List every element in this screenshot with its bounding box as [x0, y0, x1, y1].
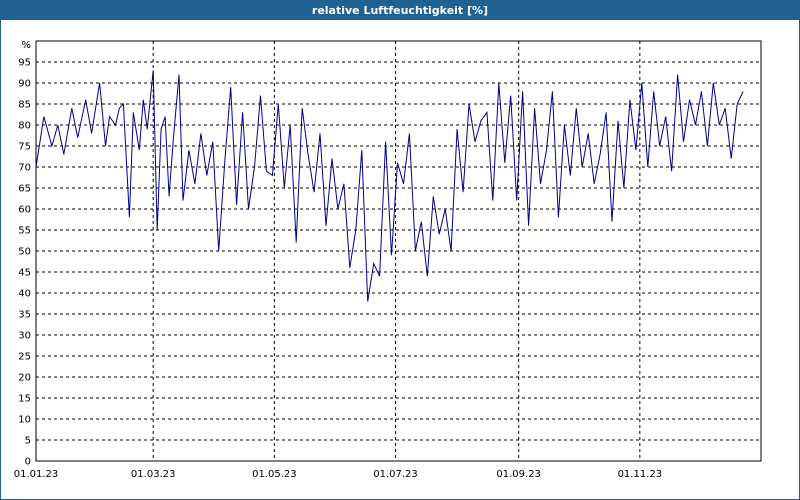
window-title: relative Luftfeuchtigkeit [%]: [1, 1, 799, 20]
x-tick-label: 01.05.23: [252, 469, 297, 480]
y-axis-ticks: 0 5 10 15 20 25 30 35 40 45 50 55 60 65 70 75 80 85 90 95: [18, 58, 31, 468]
y-tick-label: 85: [18, 100, 31, 111]
x-tick-label: 01.09.23: [496, 469, 541, 480]
humidity-chart: 0 5 10 15 20 25 30 35 40 45 50 55 60 65 70 75 80 85 90 95 0…: [14, 40, 762, 480]
x-tick-label: 01.03.23: [131, 469, 176, 480]
y-tick-label: 75: [18, 142, 31, 153]
x-tick-label: 01.07.23: [373, 469, 418, 480]
x-tick-label: 01.11.23: [618, 469, 663, 480]
y-tick-label: 20: [18, 373, 31, 384]
y-tick-label: 80: [18, 121, 31, 132]
y-tick-label: 45: [18, 268, 31, 279]
y-tick-label: 95: [18, 58, 31, 69]
y-tick-label: 50: [18, 247, 31, 258]
x-tick-label: 01.01.23: [14, 469, 59, 480]
y-tick-label: 25: [18, 352, 31, 363]
x-axis-ticks: 01.01.23 01.03.23 01.05.23 01.07.23 01.09.23…: [14, 469, 662, 480]
y-tick-label: 35: [18, 310, 31, 321]
y-tick-label: 40: [18, 289, 31, 300]
y-tick-label: 30: [18, 331, 31, 342]
y-tick-label: 65: [18, 184, 31, 195]
y-tick-label: 10: [18, 415, 31, 426]
y-tick-label: 55: [18, 226, 31, 237]
y-tick-label: 90: [18, 79, 31, 90]
humidity-series-line: [35, 70, 744, 302]
series-layer: [35, 70, 744, 302]
y-axis-label: %: [21, 40, 31, 51]
chart-window: relative Luftfeuchtigkeit [%] 0 5 10 15 20 25…: [0, 0, 800, 500]
y-tick-label: 60: [18, 205, 31, 216]
y-tick-label: 15: [18, 394, 31, 405]
y-tick-label: 5: [25, 436, 31, 447]
y-tick-label: 0: [25, 457, 31, 468]
y-tick-label: 70: [18, 163, 31, 174]
